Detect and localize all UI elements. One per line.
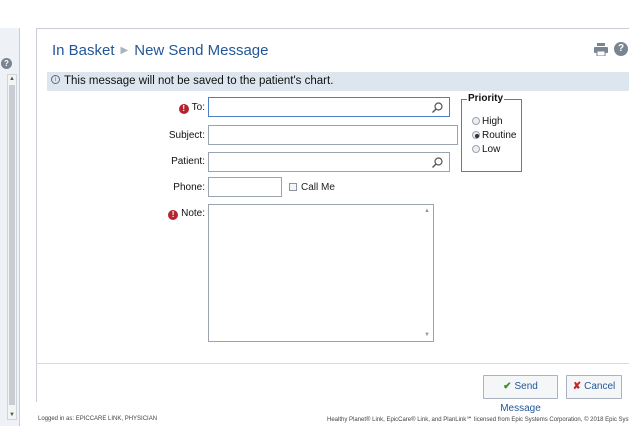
- scrollbar[interactable]: ▲ ▼: [7, 74, 17, 420]
- radio-selected-icon[interactable]: [472, 131, 480, 139]
- phone-label: Phone:: [173, 182, 205, 193]
- help-icon[interactable]: ?: [1, 58, 12, 69]
- required-icon: !: [168, 210, 179, 220]
- breadcrumb-in-basket[interactable]: In Basket: [52, 42, 115, 59]
- magnifier-icon[interactable]: [432, 157, 443, 168]
- subject-input[interactable]: [209, 127, 457, 145]
- cancel-button[interactable]: ✘ Cancel: [566, 375, 622, 399]
- radio-icon[interactable]: [472, 117, 480, 125]
- page-title: New Send Message: [134, 42, 269, 59]
- background-panel: ? ▲ ▼: [0, 28, 20, 426]
- subject-field[interactable]: [208, 125, 458, 145]
- logged-in-status: Logged in as: EPICCARE LINK, PHYSICIAN: [38, 416, 158, 422]
- priority-group: Priority High Routine Low: [461, 93, 522, 172]
- info-icon: i: [51, 75, 60, 84]
- phone-input[interactable]: [209, 179, 281, 197]
- send-message-button[interactable]: ✔ Send Message: [483, 375, 558, 414]
- to-field[interactable]: [208, 97, 450, 117]
- note-label: ! Note:: [150, 208, 205, 220]
- notice-text: This message will not be saved to the pa…: [64, 75, 334, 87]
- help-icon[interactable]: ?: [614, 42, 628, 56]
- priority-routine-option[interactable]: Routine: [472, 130, 516, 141]
- priority-legend: Priority: [467, 93, 505, 104]
- call-me-checkbox[interactable]: Call Me: [289, 182, 335, 193]
- to-label: ! To:: [150, 102, 205, 114]
- to-input[interactable]: [209, 99, 449, 117]
- scroll-down-arrow-icon[interactable]: ▼: [424, 332, 430, 338]
- patient-label: Patient:: [171, 156, 205, 167]
- patient-field[interactable]: [208, 152, 450, 172]
- phone-field[interactable]: [208, 177, 282, 197]
- checkbox-icon[interactable]: [289, 183, 297, 191]
- print-icon[interactable]: [594, 43, 608, 56]
- dialog-header: In Basket ▶ New Send Message ?: [37, 29, 629, 69]
- breadcrumb: In Basket ▶ New Send Message: [52, 42, 269, 59]
- priority-high-option[interactable]: High: [472, 116, 503, 127]
- scroll-up-arrow-icon[interactable]: ▲: [424, 208, 430, 214]
- patient-input[interactable]: [209, 154, 449, 172]
- priority-low-label: Low: [482, 144, 501, 155]
- note-label-text: Note:: [181, 208, 205, 219]
- note-scrollbar[interactable]: ▲ ▼: [422, 205, 433, 341]
- magnifier-icon[interactable]: [432, 102, 443, 113]
- footer-divider: [36, 363, 629, 364]
- required-icon: !: [178, 104, 189, 114]
- radio-icon[interactable]: [472, 145, 480, 153]
- copyright-text: Healthy Planet® Link, EpicCare® Link, an…: [327, 417, 629, 423]
- to-label-text: To:: [191, 102, 205, 113]
- breadcrumb-separator-icon: ▶: [120, 45, 129, 56]
- checkmark-icon: ✔: [503, 381, 512, 392]
- note-textarea[interactable]: ▲ ▼: [208, 204, 434, 342]
- priority-routine-label: Routine: [482, 130, 517, 141]
- scroll-up-arrow-icon[interactable]: ▲: [9, 75, 15, 83]
- scrollbar-thumb[interactable]: [9, 85, 15, 405]
- priority-high-label: High: [482, 116, 503, 127]
- notice-banner: i This message will not be saved to the p…: [47, 72, 629, 91]
- call-me-label: Call Me: [301, 182, 335, 193]
- priority-low-option[interactable]: Low: [472, 144, 500, 155]
- cancel-label: Cancel: [584, 381, 616, 392]
- close-icon: ✘: [572, 381, 582, 392]
- scroll-down-arrow-icon[interactable]: ▼: [9, 411, 15, 419]
- subject-label: Subject:: [168, 130, 205, 141]
